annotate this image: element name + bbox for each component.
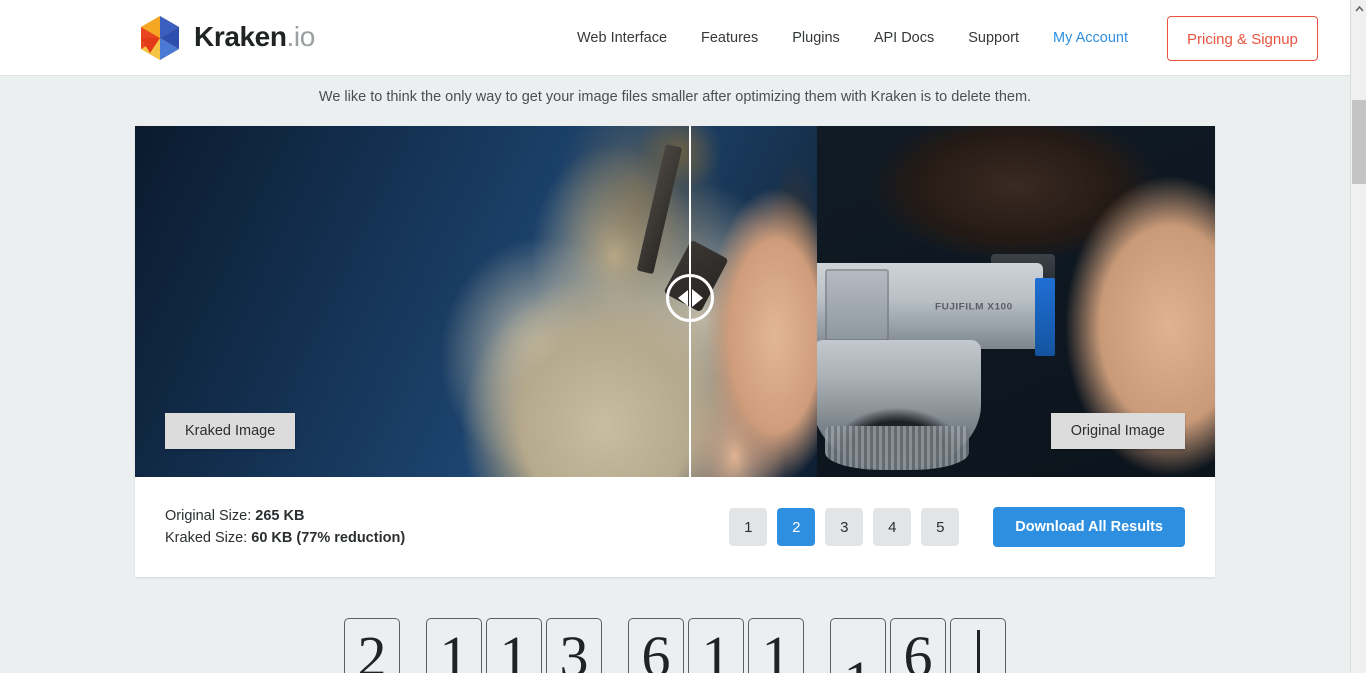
download-all-results-button[interactable]: Download All Results xyxy=(993,507,1185,547)
counter-digit-prev: — xyxy=(831,619,885,633)
arrow-right-icon xyxy=(691,289,703,307)
vertical-scrollbar[interactable] xyxy=(1350,0,1366,673)
original-size-label: Original Size: xyxy=(165,508,252,524)
stats-counter: 2 1 1 3 6 1 1 — 1 6 xyxy=(0,618,1350,673)
site-header: Kraken.io Web Interface Features Plugins… xyxy=(0,0,1350,76)
camera-brand-text: FUJIFILM X100 xyxy=(935,302,1013,313)
nav-item-web-interface[interactable]: Web Interface xyxy=(560,0,684,76)
camera-viewfinder xyxy=(825,269,889,341)
page-button-2[interactable]: 2 xyxy=(777,508,816,546)
counter-digit: 2 xyxy=(344,618,400,673)
scroll-up-button[interactable] xyxy=(1351,0,1366,17)
kraked-size-label: Kraked Size: xyxy=(165,530,248,546)
counter-digit: 1 xyxy=(486,618,542,673)
logo-name: Kraken xyxy=(194,21,287,52)
counter-digit: 1 xyxy=(688,618,744,673)
nav-item-plugins[interactable]: Plugins xyxy=(775,0,857,76)
nav-item-features[interactable]: Features xyxy=(684,0,775,76)
counter-digit: 3 xyxy=(546,618,602,673)
chevron-up-icon xyxy=(1354,5,1364,12)
arrow-left-icon xyxy=(677,290,688,306)
camera-strap xyxy=(637,144,683,274)
size-summary: Original Size: 265 KB Kraked Size: 60 KB… xyxy=(165,505,405,549)
counter-digit: 1 xyxy=(748,618,804,673)
nav-item-my-account[interactable]: My Account xyxy=(1036,0,1145,76)
page-button-4[interactable]: 4 xyxy=(873,508,912,546)
main-nav: Web Interface Features Plugins API Docs … xyxy=(560,0,1318,76)
kraked-image-label: Kraked Image xyxy=(165,413,296,449)
page-button-5[interactable]: 5 xyxy=(921,508,960,546)
page-root: Kraken.io Web Interface Features Plugins… xyxy=(0,0,1366,673)
nav-item-api-docs[interactable]: API Docs xyxy=(857,0,951,76)
counter-digit-current: 1 xyxy=(831,653,885,673)
counter-digit: 6 xyxy=(890,618,946,673)
compare-slider-handle[interactable] xyxy=(666,274,714,322)
counter-group: — 1 6 xyxy=(830,618,1006,673)
page-button-3[interactable]: 3 xyxy=(825,508,864,546)
nav-item-support[interactable]: Support xyxy=(951,0,1036,76)
counter-digit-rolling: — 1 xyxy=(830,618,886,673)
result-card: FUJIFILM X100 Kraked Image Original Imag… xyxy=(135,126,1215,577)
original-image-label: Original Image xyxy=(1050,413,1185,449)
original-size-value: 265 KB xyxy=(255,508,305,524)
site-logo[interactable]: Kraken.io xyxy=(135,13,315,63)
counter-group: 1 1 3 xyxy=(426,618,602,673)
kraken-hexagon-logo-icon xyxy=(141,16,179,60)
pricing-signup-button[interactable]: Pricing & Signup xyxy=(1167,15,1318,61)
scrollbar-thumb[interactable] xyxy=(1352,100,1366,184)
counter-digit: 6 xyxy=(628,618,684,673)
logo-text: Kraken.io xyxy=(194,23,315,53)
counter-group: 6 1 1 xyxy=(628,618,804,673)
original-size-row: Original Size: 265 KB xyxy=(165,505,405,527)
tagline: We like to think the only way to get you… xyxy=(318,89,1032,105)
result-footer: Original Size: 265 KB Kraked Size: 60 KB… xyxy=(135,477,1215,577)
counter-group: 2 xyxy=(344,618,400,673)
result-actions: 1 2 3 4 5 Download All Results xyxy=(729,507,1185,547)
counter-digit-partial xyxy=(950,618,1006,673)
kraked-size-row: Kraked Size: 60 KB (77% reduction) xyxy=(165,527,405,549)
logo-suffix: .io xyxy=(286,21,316,52)
kraked-size-value: 60 KB (77% reduction) xyxy=(251,530,406,546)
counter-digit: 1 xyxy=(426,618,482,673)
camera-blue-accent xyxy=(1035,278,1055,356)
image-comparison-viewer[interactable]: FUJIFILM X100 Kraked Image Original Imag… xyxy=(135,126,1215,477)
camera-lens-ring xyxy=(825,426,969,470)
page-button-1[interactable]: 1 xyxy=(729,508,768,546)
